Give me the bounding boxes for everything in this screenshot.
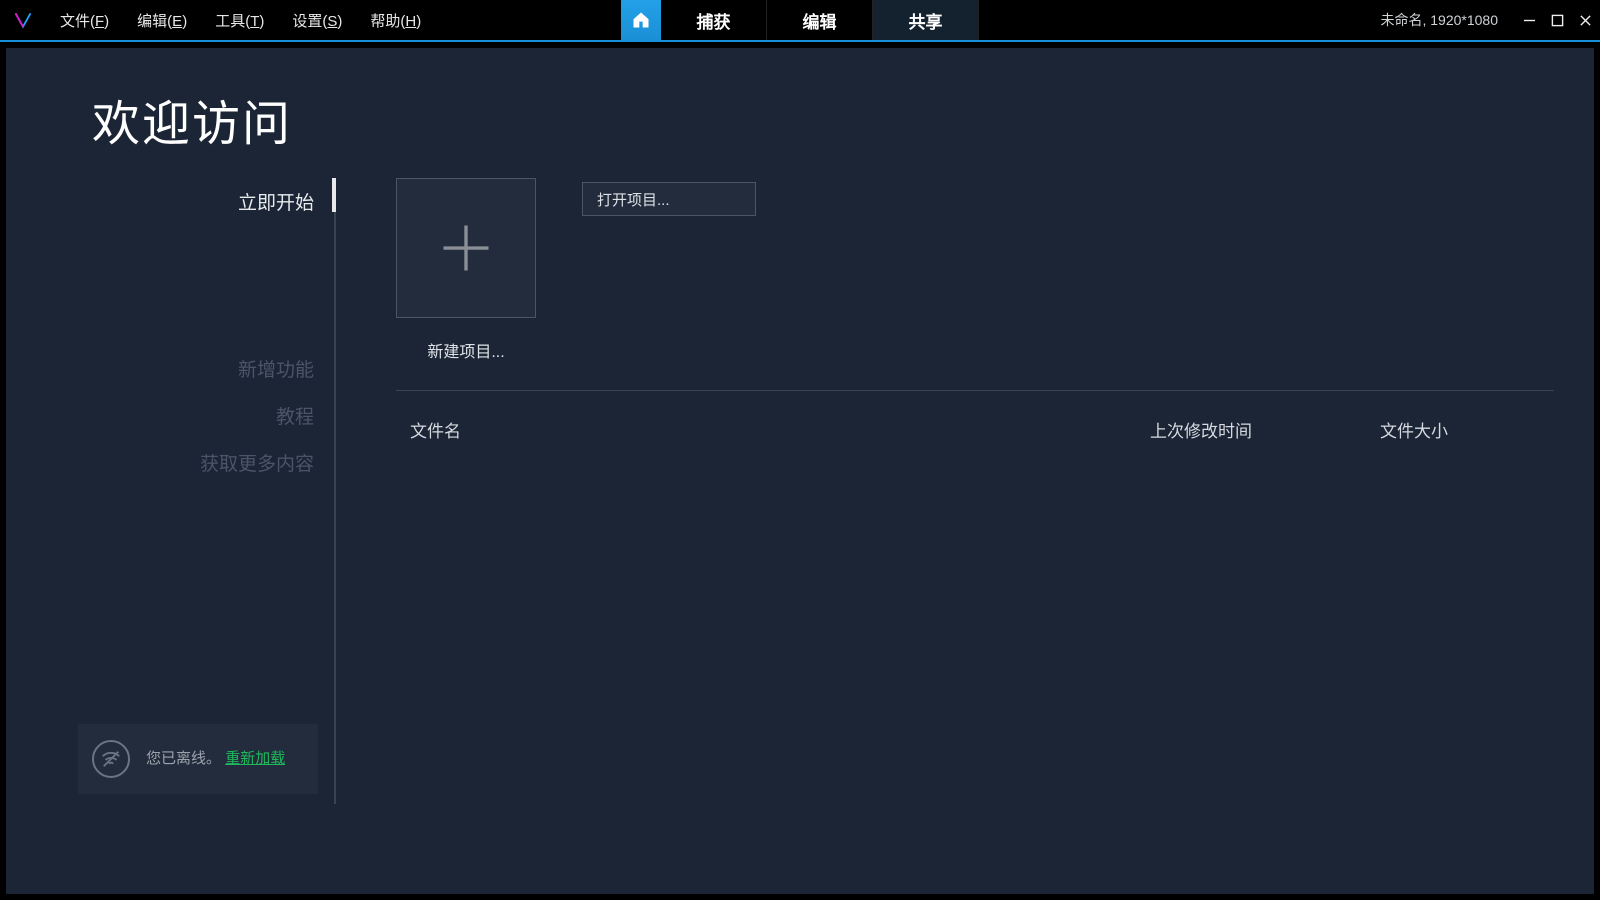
plus-icon bbox=[439, 221, 493, 275]
menu-edit-hotkey: E bbox=[172, 13, 182, 30]
col-size: 文件大小 bbox=[1380, 417, 1540, 442]
menu-file-post: ) bbox=[104, 13, 109, 30]
side-new-features[interactable]: 新增功能 bbox=[6, 345, 336, 392]
menu-settings[interactable]: 设置(S) bbox=[278, 4, 356, 37]
menu-help-post: ) bbox=[416, 13, 421, 30]
new-project-tile[interactable] bbox=[396, 178, 536, 318]
home-icon bbox=[631, 10, 651, 30]
offline-msg: 您已离线。 bbox=[146, 750, 221, 767]
menu-settings-text: 设置( bbox=[292, 13, 327, 30]
minimize-button[interactable] bbox=[1522, 13, 1536, 27]
doc-name: 未命名 bbox=[1380, 12, 1422, 28]
maximize-icon bbox=[1551, 14, 1564, 27]
menu-edit-post: ) bbox=[182, 13, 187, 30]
tab-home[interactable] bbox=[621, 0, 661, 40]
menu-bar: 文件(F) 编辑(E) 工具(T) 设置(S) 帮助(H) bbox=[46, 4, 435, 37]
welcome-heading: 欢迎访问 bbox=[92, 84, 1594, 154]
menu-tools[interactable]: 工具(T) bbox=[201, 4, 278, 37]
offline-icon bbox=[92, 740, 130, 778]
menu-tools-text: 工具( bbox=[215, 13, 250, 30]
doc-title: 未命名, 1920*1080 bbox=[1380, 10, 1498, 30]
wifi-off-icon bbox=[100, 748, 122, 770]
close-icon bbox=[1579, 14, 1592, 27]
new-project: 新建项目... bbox=[396, 178, 536, 362]
maximize-button[interactable] bbox=[1550, 13, 1564, 27]
side-nav: 立即开始 新增功能 教程 获取更多内容 您已离线。 bbox=[6, 178, 336, 894]
new-project-label: 新建项目... bbox=[427, 338, 504, 362]
menu-settings-hotkey: S bbox=[327, 13, 337, 30]
offline-notice: 您已离线。 重新加载 bbox=[78, 724, 318, 794]
file-list-header: 文件名 上次修改时间 文件大小 bbox=[396, 417, 1554, 442]
minimize-icon bbox=[1523, 14, 1536, 27]
menu-file[interactable]: 文件(F) bbox=[46, 4, 123, 37]
side-tutorial[interactable]: 教程 bbox=[6, 392, 336, 439]
start-row: 新建项目... 打开项目... bbox=[396, 178, 1554, 362]
side-start-now[interactable]: 立即开始 bbox=[6, 178, 336, 225]
close-button[interactable] bbox=[1578, 13, 1592, 27]
menu-file-hotkey: F bbox=[95, 13, 104, 30]
menu-tools-post: ) bbox=[259, 13, 264, 30]
menu-help-hotkey: H bbox=[405, 13, 416, 30]
menu-help[interactable]: 帮助(H) bbox=[356, 4, 435, 37]
col-modified: 上次修改时间 bbox=[1150, 417, 1380, 442]
menu-tools-hotkey: T bbox=[250, 13, 259, 30]
mode-tabs: 捕获 编辑 共享 bbox=[621, 0, 979, 40]
menu-edit-text: 编辑( bbox=[137, 13, 172, 30]
logo-icon bbox=[13, 10, 33, 30]
menu-file-text: 文件( bbox=[60, 13, 95, 30]
offline-text: 您已离线。 重新加载 bbox=[146, 748, 285, 771]
main-pane: 新建项目... 打开项目... 文件名 上次修改时间 文件大小 bbox=[336, 178, 1594, 894]
menu-help-text: 帮助( bbox=[370, 13, 405, 30]
app-window: 文件(F) 编辑(E) 工具(T) 设置(S) 帮助(H) 捕获 编辑 共享 bbox=[0, 0, 1600, 900]
window-controls bbox=[1522, 13, 1592, 27]
menu-edit[interactable]: 编辑(E) bbox=[123, 4, 201, 37]
tab-share[interactable]: 共享 bbox=[873, 0, 979, 40]
col-filename: 文件名 bbox=[410, 417, 1150, 442]
tab-capture[interactable]: 捕获 bbox=[661, 0, 767, 40]
side-divider bbox=[334, 178, 336, 804]
welcome-body: 立即开始 新增功能 教程 获取更多内容 您已离线。 bbox=[6, 178, 1594, 894]
content-area: 欢迎访问 立即开始 新增功能 教程 获取更多内容 bbox=[6, 48, 1594, 894]
titlebar: 文件(F) 编辑(E) 工具(T) 设置(S) 帮助(H) 捕获 编辑 共享 bbox=[0, 0, 1600, 42]
file-list-separator bbox=[396, 390, 1554, 391]
tab-edit[interactable]: 编辑 bbox=[767, 0, 873, 40]
open-project-button[interactable]: 打开项目... bbox=[582, 182, 756, 216]
doc-resolution: 1920*1080 bbox=[1430, 12, 1498, 28]
titlebar-right: 未命名, 1920*1080 bbox=[1380, 10, 1600, 30]
recent-files: 文件名 上次修改时间 文件大小 bbox=[396, 390, 1554, 442]
offline-reload-link[interactable]: 重新加载 bbox=[225, 750, 285, 767]
side-get-more[interactable]: 获取更多内容 bbox=[6, 439, 336, 486]
app-logo bbox=[0, 10, 46, 30]
menu-settings-post: ) bbox=[337, 13, 342, 30]
